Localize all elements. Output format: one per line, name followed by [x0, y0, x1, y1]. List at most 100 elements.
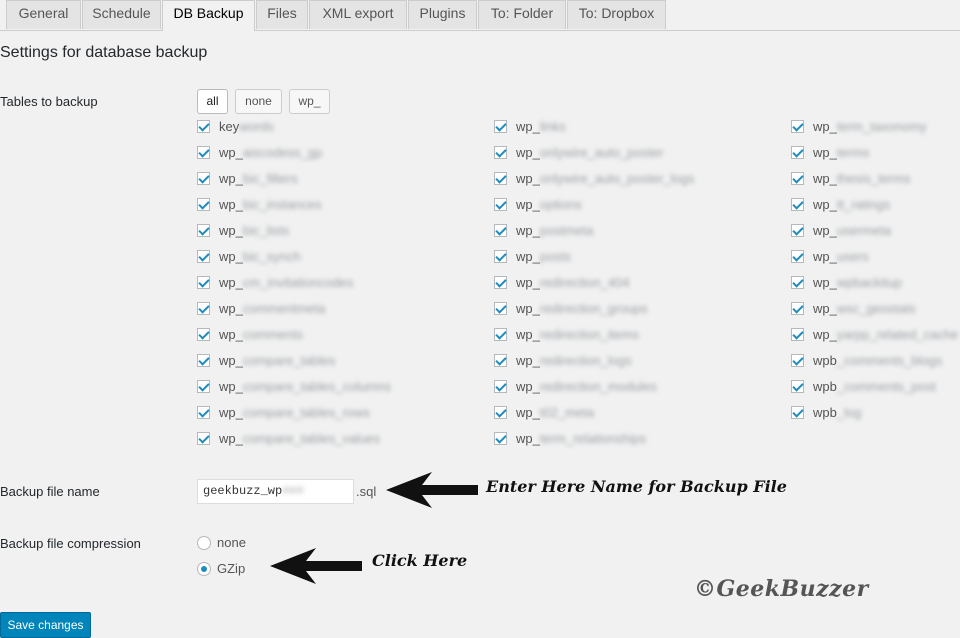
table-item[interactable]: wp_bic_lists [197, 220, 289, 240]
compression-gzip-radio[interactable] [197, 562, 211, 576]
table-checkbox[interactable] [197, 431, 210, 445]
backup-file-input[interactable]: geekbuzz_wp### [197, 479, 354, 504]
table-checkbox[interactable] [791, 145, 804, 159]
table-item[interactable]: wp_options [494, 194, 582, 214]
table-item[interactable]: wp_terms [791, 142, 869, 162]
table-item[interactable]: wp_postmeta [494, 220, 593, 240]
select-wp-button[interactable]: wp_ [289, 89, 330, 114]
table-checkbox[interactable] [494, 327, 507, 341]
tab-to-dropbox[interactable]: To: Dropbox [567, 0, 666, 29]
table-checkbox[interactable] [791, 275, 804, 289]
table-checkbox[interactable] [197, 223, 210, 237]
table-item[interactable]: wp_redirection_404 [494, 272, 629, 292]
table-checkbox[interactable] [494, 145, 507, 159]
table-item[interactable]: wp_wsc_geostats [791, 298, 916, 318]
save-changes-button[interactable]: Save changes [0, 612, 91, 638]
table-name-redacted: comments [242, 326, 303, 342]
tab-xml-export[interactable]: XML export [309, 0, 407, 29]
table-item[interactable]: wp_usermeta [791, 220, 891, 240]
table-item[interactable]: wp_tt_ratings [791, 194, 890, 214]
table-item[interactable]: wpb_comments_blogs [791, 350, 942, 370]
table-checkbox[interactable] [494, 249, 507, 263]
table-checkbox[interactable] [197, 301, 210, 315]
table-item[interactable]: wp_users [791, 246, 869, 266]
table-checkbox[interactable] [791, 379, 804, 393]
compression-none-radio[interactable] [197, 536, 211, 550]
table-checkbox[interactable] [197, 379, 210, 393]
table-name: wpb_log [813, 405, 861, 420]
table-item[interactable]: wp_t02_meta [494, 402, 594, 422]
table-checkbox[interactable] [791, 249, 804, 263]
table-checkbox[interactable] [197, 249, 210, 263]
table-item[interactable]: wp_aiscodess_gp [197, 142, 322, 162]
tab-general[interactable]: General [6, 0, 81, 29]
table-item[interactable]: wp_redirection_items [494, 324, 639, 344]
table-item[interactable]: wp_commentmeta [197, 298, 325, 318]
table-name: wp_compare_tables_values [219, 431, 380, 446]
table-item[interactable]: wp_comments [197, 324, 303, 344]
table-checkbox[interactable] [494, 353, 507, 367]
table-checkbox[interactable] [494, 431, 507, 445]
table-checkbox[interactable] [494, 171, 507, 185]
table-item[interactable]: wp_wpbackitup [791, 272, 902, 292]
tab-to-folder[interactable]: To: Folder [478, 0, 566, 29]
table-item[interactable]: wp_redirection_groups [494, 298, 648, 318]
table-item[interactable]: wpb_comments_post [791, 376, 936, 396]
table-item[interactable]: wp_term_taxonomy [791, 116, 926, 136]
table-checkbox[interactable] [791, 301, 804, 315]
compression-none-label[interactable]: none [217, 535, 246, 550]
table-checkbox[interactable] [494, 197, 507, 211]
table-checkbox[interactable] [494, 275, 507, 289]
table-checkbox[interactable] [791, 353, 804, 367]
table-item[interactable]: wp_compare_tables_rows [197, 402, 370, 422]
table-checkbox[interactable] [197, 171, 210, 185]
select-all-button[interactable]: all [197, 89, 228, 114]
tab-db-backup[interactable]: DB Backup [162, 0, 255, 31]
table-item[interactable]: wp_onlywire_auto_poster [494, 142, 663, 162]
table-item[interactable]: wp_links [494, 116, 566, 136]
table-item[interactable]: wp_bic_instances [197, 194, 322, 214]
table-checkbox[interactable] [197, 197, 210, 211]
table-item[interactable]: wp_onlywire_auto_poster_logs [494, 168, 695, 188]
table-checkbox[interactable] [197, 275, 210, 289]
table-item[interactable]: wp_redirection_logs [494, 350, 632, 370]
table-item[interactable]: keywords [197, 116, 274, 136]
table-item[interactable]: wp_posts [494, 246, 571, 266]
table-item[interactable]: wp_redirection_modules [494, 376, 657, 396]
table-checkbox[interactable] [791, 223, 804, 237]
select-none-button[interactable]: none [235, 89, 282, 114]
table-name-prefix: wp_ [219, 430, 243, 446]
backup-file-label: Backup file name [0, 484, 100, 499]
table-checkbox[interactable] [494, 379, 507, 393]
table-item[interactable]: wp_compare_tables_columns [197, 376, 391, 396]
table-name: wp_cm_invitationcodes [219, 275, 353, 290]
table-item[interactable]: wp_compare_tables [197, 350, 335, 370]
table-checkbox[interactable] [494, 301, 507, 315]
table-checkbox[interactable] [791, 119, 804, 133]
tab-schedule[interactable]: Schedule [82, 0, 161, 29]
table-item[interactable]: wp_thesis_terms [791, 168, 911, 188]
table-item[interactable]: wp_bic_synch [197, 246, 301, 266]
tab-files[interactable]: Files [256, 0, 308, 29]
table-item[interactable]: wp_bic_filters [197, 168, 298, 188]
table-checkbox[interactable] [197, 119, 210, 133]
table-checkbox[interactable] [197, 145, 210, 159]
table-checkbox[interactable] [197, 353, 210, 367]
table-checkbox[interactable] [494, 223, 507, 237]
compression-gzip-label[interactable]: GZip [217, 561, 245, 576]
table-item[interactable]: wp_compare_tables_values [197, 428, 380, 448]
table-checkbox[interactable] [494, 405, 507, 419]
table-checkbox[interactable] [791, 405, 804, 419]
table-name-prefix: wp_ [516, 352, 540, 368]
table-checkbox[interactable] [791, 197, 804, 211]
table-checkbox[interactable] [791, 327, 804, 341]
table-item[interactable]: wp_term_relationships [494, 428, 646, 448]
table-checkbox[interactable] [494, 119, 507, 133]
table-item[interactable]: wpb_log [791, 402, 861, 422]
table-checkbox[interactable] [791, 171, 804, 185]
table-item[interactable]: wp_yarpp_related_cache [791, 324, 958, 344]
table-checkbox[interactable] [197, 405, 210, 419]
tab-plugins[interactable]: Plugins [408, 0, 477, 29]
table-checkbox[interactable] [197, 327, 210, 341]
table-item[interactable]: wp_cm_invitationcodes [197, 272, 353, 292]
